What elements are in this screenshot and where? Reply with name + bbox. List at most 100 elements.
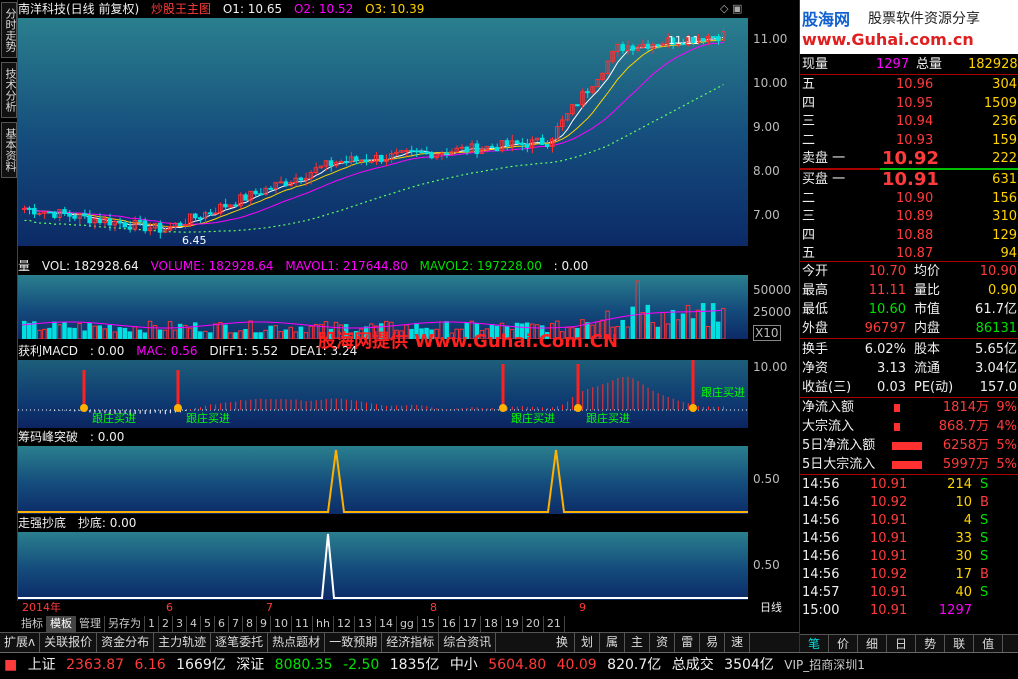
candle-body	[258, 193, 263, 196]
indicator-tab[interactable]: 15	[418, 616, 439, 632]
broker-name[interactable]: VIP_招商深圳1	[784, 658, 865, 672]
indicator-tab[interactable]: 1	[145, 616, 159, 632]
indicator-tab[interactable]: 模板	[47, 616, 76, 632]
stat-label: PE(动)	[914, 380, 954, 395]
indicator-tab[interactable]: 18	[481, 616, 502, 632]
level-price[interactable]: 10.90	[896, 190, 933, 208]
indicator-tab[interactable]: 另存为	[105, 616, 145, 632]
indicator-tab[interactable]: 19	[502, 616, 523, 632]
indicator-tab[interactable]: 14	[376, 616, 397, 632]
func-right-button[interactable]: 划	[575, 633, 601, 652]
func-button[interactable]: 一致预期	[325, 633, 383, 652]
sh-label[interactable]: 上证	[28, 657, 56, 673]
candle-body	[283, 181, 289, 186]
tick-side: B	[980, 567, 989, 582]
candle-body	[524, 143, 530, 148]
tab-technical[interactable]: 技术分析	[1, 62, 17, 118]
level-volume: 631	[992, 172, 1017, 187]
volume-bar	[695, 309, 701, 339]
indicator-tab[interactable]: 21	[544, 616, 565, 632]
volume-bar	[710, 303, 716, 339]
logo-tagline: 股票软件资源分享	[868, 11, 980, 27]
chip-chart[interactable]	[18, 446, 748, 516]
level-volume: 129	[992, 227, 1017, 243]
func-button[interactable]: 综合资讯	[439, 633, 497, 652]
indicator-tab[interactable]: 20	[523, 616, 544, 632]
volume-tick: 25000	[753, 305, 792, 319]
level-price[interactable]: 10.96	[896, 76, 933, 94]
indicator-tab[interactable]: 2	[159, 616, 173, 632]
level-volume: 310	[992, 209, 1017, 224]
buy-signal-label: 跟庄买进	[511, 411, 555, 425]
indicator-tab[interactable]: 16	[439, 616, 460, 632]
indicator-tab[interactable]: gg	[397, 616, 418, 632]
func-button[interactable]: 资金分布	[97, 633, 155, 652]
level-price[interactable]: 10.89	[896, 208, 933, 226]
func-button[interactable]: 主力轨迹	[154, 633, 212, 652]
volume-bar	[288, 326, 294, 339]
stat-label: 收益(三)	[802, 380, 852, 395]
flow-value: 868.7万	[938, 419, 989, 434]
volume-bar	[248, 320, 253, 339]
sz-label[interactable]: 深证	[236, 657, 264, 673]
func-right-button[interactable]: 易	[700, 633, 726, 652]
xianliang-label: 现量	[802, 57, 829, 72]
stock-title[interactable]: 南洋科技(日线 前复权)	[18, 2, 139, 16]
level-price[interactable]: 10.91	[882, 171, 939, 189]
stat-row: 最低 10.60 市值 61.7亿	[800, 301, 1018, 319]
func-right-button[interactable]: 属	[600, 633, 626, 652]
indicator-tab[interactable]: 5	[201, 616, 215, 632]
candle-body	[157, 222, 163, 233]
indicator-tab[interactable]: 管理	[76, 616, 105, 632]
func-button[interactable]: 关联报价	[40, 633, 98, 652]
date-axis: 2014年 6 7 8 9 日线	[18, 600, 799, 616]
candle-body	[489, 145, 495, 148]
tab-fundamental[interactable]: 基本资料	[1, 122, 17, 178]
indicator-name[interactable]: 炒股王主图	[151, 2, 211, 16]
tab-timeshare[interactable]: 分时走势	[1, 2, 17, 58]
level-price[interactable]: 10.93	[896, 132, 933, 150]
indicator-tab[interactable]: 10	[271, 616, 292, 632]
indicator-tab[interactable]: 6	[215, 616, 229, 632]
func-right-button[interactable]: 换	[550, 633, 576, 652]
mavol-line	[21, 309, 722, 329]
indicator-tab[interactable]: 7	[229, 616, 243, 632]
tick-volume: 40	[955, 585, 972, 600]
indicator-tab[interactable]: hh	[313, 616, 334, 632]
func-right-button[interactable]: 雷	[675, 633, 701, 652]
candle-body	[117, 220, 123, 224]
func-right-button[interactable]: 速	[725, 633, 751, 652]
indicator-tab[interactable]: 11	[292, 616, 313, 632]
zx-label[interactable]: 中小	[450, 657, 478, 673]
func-button[interactable]: 热点题材	[268, 633, 326, 652]
period-label[interactable]: 日线	[760, 600, 782, 616]
func-button[interactable]: 经济指标	[382, 633, 440, 652]
volume-bar	[700, 303, 706, 339]
indicator-tab[interactable]: 4	[187, 616, 201, 632]
tick-row: 14:56 10.92 10 B	[800, 494, 1018, 512]
indicator-tab[interactable]: 3	[173, 616, 187, 632]
bottom-chart[interactable]	[18, 532, 748, 600]
func-button[interactable]: 扩展ʌ	[0, 633, 41, 652]
level-price[interactable]: 10.95	[896, 95, 933, 113]
watermark: 股海网提供 Www.Guhai.Com.CN	[318, 331, 619, 352]
price-chart[interactable]: 6.45 11.11	[18, 18, 748, 246]
candle-body	[439, 152, 444, 155]
indicator-tab[interactable]: 17	[460, 616, 481, 632]
flow-pct: 5%	[996, 457, 1017, 472]
indicator-tab[interactable]: 12	[334, 616, 355, 632]
func-right-button[interactable]: 主	[625, 633, 651, 652]
func-button[interactable]: 逐笔委托	[211, 633, 269, 652]
macd-chart[interactable]: 跟庄买进 跟庄买进 跟庄买进 跟庄买进 跟庄买进	[18, 360, 748, 428]
level-price[interactable]: 10.92	[882, 150, 939, 168]
flow-bar	[892, 461, 922, 469]
window-controls[interactable]: ◇ ▣	[720, 2, 742, 15]
indicator-tab[interactable]: 8	[243, 616, 257, 632]
func-right-button[interactable]: 资	[650, 633, 676, 652]
stat-row: 换手 6.02% 股本 5.65亿	[800, 341, 1018, 359]
indicator-tab[interactable]: 指标	[18, 616, 47, 632]
level-price[interactable]: 10.88	[896, 227, 933, 245]
level-price[interactable]: 10.94	[896, 113, 933, 131]
indicator-tab[interactable]: 13	[355, 616, 376, 632]
indicator-tab[interactable]: 9	[257, 616, 271, 632]
